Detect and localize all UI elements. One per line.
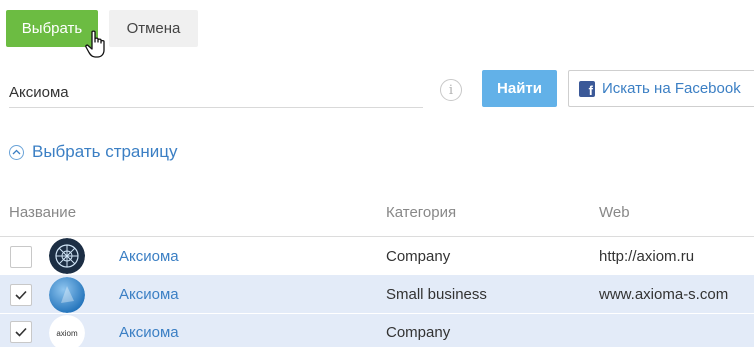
row-category: Company	[386, 324, 451, 341]
row-web: http://axiom.ru	[599, 248, 695, 265]
search-input[interactable]	[9, 72, 423, 107]
row-name-link[interactable]: Аксиома	[119, 324, 179, 341]
row-checkbox[interactable]	[10, 246, 32, 268]
facebook-icon: f	[579, 80, 595, 97]
cancel-button[interactable]: Отмена	[109, 10, 198, 47]
row-checkbox[interactable]	[10, 284, 32, 306]
row-web: www.axioma-s.com	[599, 286, 729, 303]
info-icon[interactable]: i	[440, 79, 462, 101]
row-category: Company	[386, 248, 451, 265]
avatar	[49, 238, 85, 274]
row-name-link[interactable]: Аксиома	[119, 248, 179, 265]
column-header-web[interactable]: Web	[599, 204, 630, 221]
table-row[interactable]: Аксиома Small business www.axioma-s.com	[0, 275, 754, 314]
avatar	[49, 277, 85, 313]
select-page-label: Выбрать страницу	[32, 142, 178, 161]
facebook-search-label: Искать на Facebook	[602, 80, 741, 97]
axiom-logo-text: axiom	[56, 329, 78, 338]
select-page-toggle[interactable]: Выбрать страницу	[9, 142, 178, 162]
row-checkbox[interactable]	[10, 321, 32, 343]
checkmark-icon	[15, 290, 27, 300]
hand-cursor-icon	[85, 30, 105, 58]
search-field[interactable]	[9, 72, 423, 108]
avatar: axiom	[49, 315, 85, 347]
facebook-search-button[interactable]: f Искать на Facebook	[568, 70, 754, 107]
row-category: Small business	[386, 286, 487, 303]
chevron-up-icon	[9, 144, 24, 160]
column-header-name[interactable]: Название	[9, 204, 76, 221]
checkmark-icon	[15, 327, 27, 337]
row-name-link[interactable]: Аксиома	[119, 286, 179, 303]
table-row[interactable]: axiom Аксиома Company	[0, 314, 754, 347]
column-header-category[interactable]: Категория	[386, 204, 456, 221]
table-row[interactable]: Аксиома Company http://axiom.ru	[0, 236, 754, 275]
find-button[interactable]: Найти	[482, 70, 557, 107]
